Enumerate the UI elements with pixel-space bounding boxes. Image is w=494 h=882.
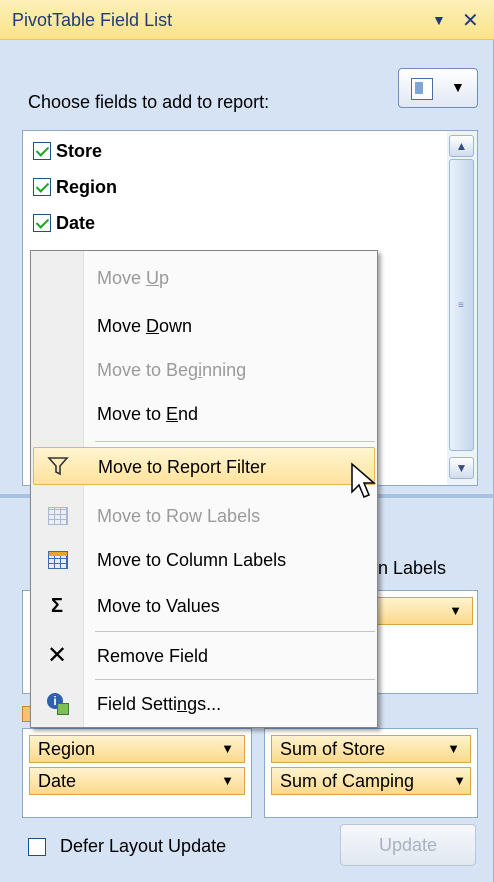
field-label: Date (56, 212, 96, 233)
chevron-down-icon: ▼ (447, 741, 460, 756)
defer-layout-update-checkbox[interactable] (28, 838, 46, 856)
chip-label: Date (38, 771, 77, 791)
mouse-pointer-icon (351, 462, 377, 498)
chevron-down-icon: ▼ (453, 773, 466, 788)
values-area[interactable]: Sum of Store ▼ Sum of Camping ▼ (264, 728, 478, 818)
field-list-layout-button[interactable]: ▼ (398, 68, 478, 108)
sigma-icon: Σ (50, 595, 63, 617)
field-checkbox[interactable] (33, 178, 51, 196)
panel-title-bar: PivotTable Field List ▼ ✕ (0, 0, 494, 40)
update-button[interactable]: Update (340, 824, 476, 866)
chevron-down-icon: ▼ (221, 741, 234, 756)
row-labels-area[interactable]: Region ▼ Date ▼ (22, 728, 252, 818)
menu-item-field-settings[interactable]: i Field Settings... (33, 685, 375, 723)
menu-item-move-to-beginning[interactable]: Move to Beginning (33, 351, 375, 389)
menu-item-label: Move to Values (97, 596, 220, 616)
field-item-region[interactable]: Region (33, 173, 117, 201)
menu-separator (95, 631, 375, 632)
scroll-thumb[interactable]: ≡ (449, 159, 474, 451)
column-labels-icon (45, 548, 69, 572)
menu-item-label: Move Up (97, 268, 170, 288)
field-list-scrollbar[interactable]: ▲ ≡ ▼ (447, 131, 477, 485)
field-context-menu: Move Up Move Down Move to Beginning Move… (30, 250, 378, 728)
field-label: Store (56, 140, 103, 161)
menu-item-label: Field Settings... (97, 694, 222, 714)
menu-separator (95, 441, 375, 442)
grip-icon: ≡ (458, 300, 464, 311)
filter-icon (46, 455, 70, 479)
chevron-down-icon: ▼ (451, 79, 465, 95)
menu-item-label: Move Down (97, 316, 193, 336)
scroll-up-icon[interactable]: ▲ (449, 135, 474, 157)
field-checkbox[interactable] (33, 142, 51, 160)
menu-item-move-to-report-filter[interactable]: Move to Report Filter (33, 447, 375, 485)
menu-item-label: Remove Field (97, 646, 209, 666)
menu-item-label: Move to Column Labels (97, 550, 287, 570)
menu-item-remove-field[interactable]: ✕ Remove Field (33, 637, 375, 675)
defer-layout-update-label: Defer Layout Update (60, 836, 227, 856)
menu-item-label: Move to Report Filter (98, 457, 267, 477)
chip-label: Sum of Store (280, 739, 386, 759)
value-field-chip-camping[interactable]: Sum of Camping ▼ (271, 767, 471, 795)
scroll-down-icon[interactable]: ▼ (449, 457, 474, 479)
chevron-down-icon: ▼ (221, 773, 234, 788)
choose-fields-label: Choose fields to add to report: (28, 92, 270, 112)
menu-item-move-to-values[interactable]: Σ Move to Values (33, 587, 375, 625)
menu-item-move-to-row-labels[interactable]: Move to Row Labels (33, 497, 375, 535)
panel-title: PivotTable Field List (12, 10, 173, 30)
menu-item-label: Move to Row Labels (97, 506, 261, 526)
column-labels-heading: n Labels (378, 558, 447, 578)
menu-item-move-to-end[interactable]: Move to End (33, 395, 375, 433)
chip-label: Region (38, 739, 96, 759)
triangle-down-icon[interactable]: ▼ (432, 12, 446, 28)
field-label: Region (56, 176, 117, 197)
chip-label: Sum of Camping (280, 771, 415, 791)
chevron-down-icon: ▼ (449, 603, 462, 618)
field-list-layout-icon (411, 78, 433, 100)
row-labels-icon (45, 504, 69, 528)
menu-item-move-down[interactable]: Move Down (33, 307, 375, 345)
value-field-chip-store[interactable]: Sum of Store ▼ (271, 735, 471, 763)
x-icon: ✕ (46, 642, 68, 669)
menu-item-label: Move to Beginning (97, 360, 247, 380)
menu-item-label: Move to End (97, 404, 199, 424)
field-item-store[interactable]: Store (33, 137, 102, 165)
field-item-date[interactable]: Date (33, 209, 95, 237)
menu-item-move-up[interactable]: Move Up (33, 259, 375, 297)
field-checkbox[interactable] (33, 214, 51, 232)
row-field-chip-date[interactable]: Date ▼ (29, 767, 245, 795)
row-field-chip-region[interactable]: Region ▼ (29, 735, 245, 763)
menu-item-move-to-column-labels[interactable]: Move to Column Labels (33, 541, 375, 579)
menu-separator (95, 679, 375, 680)
close-icon[interactable]: ✕ (462, 8, 479, 33)
